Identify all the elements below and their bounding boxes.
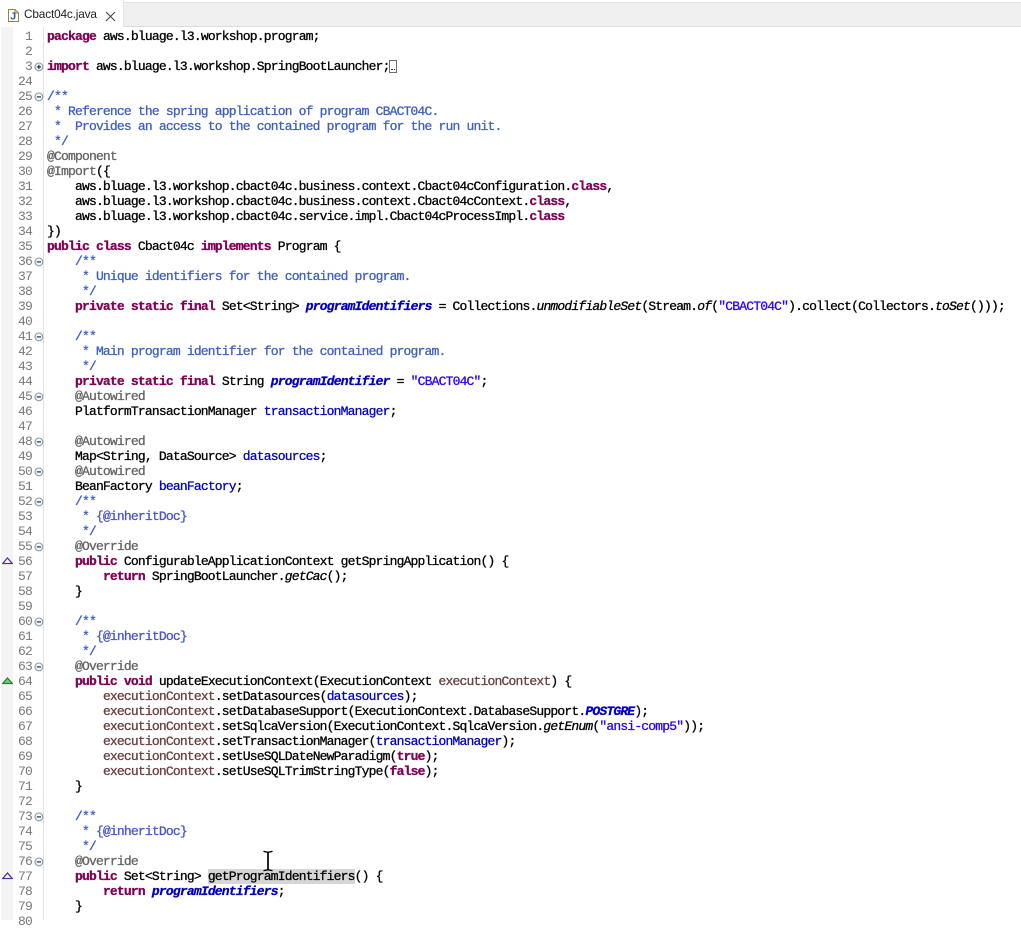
svg-text:J: J [10, 11, 16, 22]
